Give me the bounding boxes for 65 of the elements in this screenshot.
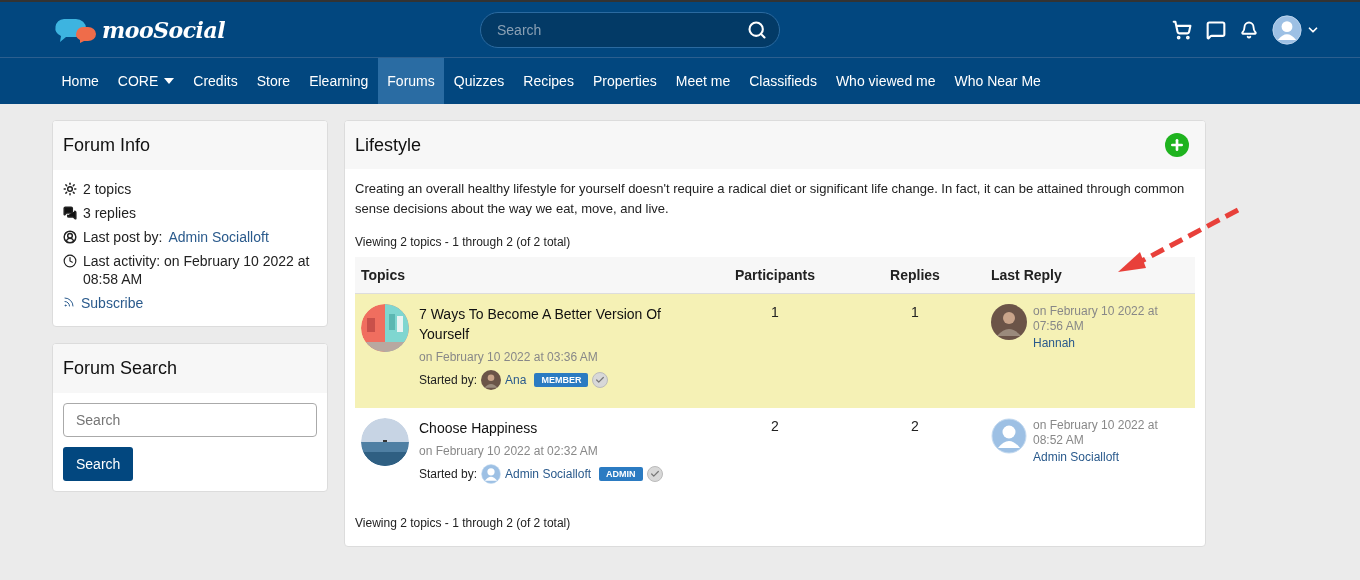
- column-header: Participants: [705, 257, 845, 294]
- nav-item[interactable]: Recipes: [513, 58, 584, 104]
- topic-date: on February 10 2022 at 02:32 AM: [419, 444, 599, 458]
- search-field[interactable]: Search: [63, 403, 317, 437]
- info-text: 3 replies: [83, 204, 136, 222]
- author-link[interactable]: Ana: [505, 373, 527, 387]
- nav-item[interactable]: Elearning: [299, 58, 378, 104]
- search-input[interactable]: Search: [495, 20, 747, 39]
- info-text: 2 topics: [83, 180, 132, 198]
- nav-item[interactable]: Quizzes: [444, 58, 514, 104]
- nav-item[interactable]: Credits: [183, 58, 248, 104]
- nav-item[interactable]: Classifieds: [739, 58, 827, 104]
- card-title: Forum Info: [53, 121, 327, 170]
- viewing-text: Viewing 2 topics - 1 through 2 (of 2 total): [355, 235, 572, 249]
- verified-icon: [646, 466, 663, 482]
- info-text: Last post by:: [83, 228, 163, 246]
- author-link[interactable]: Hannah: [1033, 336, 1189, 351]
- viewing-text: Viewing 2 topics - 1 through 2 (of 2 total): [355, 516, 572, 530]
- nav-item[interactable]: Home: [52, 58, 109, 104]
- plus-icon: [1169, 137, 1185, 153]
- topic-title[interactable]: Choose Happiness: [419, 418, 679, 438]
- role-badge: MEMBER: [534, 373, 589, 387]
- card-title: Forum Search: [53, 344, 327, 393]
- column-header: Last Reply: [985, 257, 1195, 294]
- forum-title: Lifestyle: [355, 134, 422, 156]
- search-button[interactable]: Search: [63, 447, 134, 481]
- topic-date: on February 10 2022 at 03:36 AM: [419, 350, 599, 364]
- info-link[interactable]: Admin Socialloft: [168, 228, 269, 246]
- table-cell: 1: [845, 294, 985, 408]
- info-text: Last activity: on February 10 2022 at 08:58 AM: [83, 252, 311, 288]
- reply-date: on February 10 2022 at 07:56 AM: [1033, 304, 1159, 334]
- author-link[interactable]: Admin Socialloft: [505, 467, 592, 481]
- rss-icon: [63, 296, 75, 308]
- topic-title[interactable]: 7 Ways To Become A Better Version Of Yourself: [419, 304, 679, 344]
- column-header: Topics: [355, 257, 705, 294]
- nav-item[interactable]: Properties: [583, 58, 667, 104]
- caret-icon: [164, 78, 175, 84]
- column-header: Replies: [845, 257, 985, 294]
- nav-item[interactable]: Who viewed me: [826, 58, 945, 104]
- nav-item[interactable]: Who Near Me: [945, 58, 1051, 104]
- search-icon[interactable]: [747, 19, 767, 40]
- user-icon: [63, 230, 77, 244]
- info-link[interactable]: Subscribe: [81, 294, 144, 312]
- replies-icon: [63, 206, 77, 220]
- clock-icon: [63, 254, 77, 268]
- add-button[interactable]: [1165, 133, 1189, 157]
- started-by-label: Started by:: [419, 467, 478, 481]
- nav-item[interactable]: Store: [247, 58, 300, 104]
- bell-icon[interactable]: [1240, 20, 1258, 39]
- author-link[interactable]: Admin Socialloft: [1033, 450, 1189, 465]
- nav-item[interactable]: Meet me: [666, 58, 740, 104]
- cart-icon[interactable]: [1172, 19, 1192, 40]
- avatar-icon: [1272, 14, 1302, 45]
- table-cell: 1: [705, 294, 845, 408]
- nav-item[interactable]: Forums: [377, 58, 445, 104]
- logo-text[interactable]: mooSocial: [102, 16, 226, 43]
- started-by-label: Started by:: [419, 373, 478, 387]
- role-badge: ADMIN: [599, 467, 643, 481]
- search-field[interactable]: Search: [480, 11, 780, 48]
- verified-icon: [592, 372, 609, 388]
- nav-item[interactable]: CORE: [108, 58, 184, 104]
- reply-date: on February 10 2022 at 08:52 AM: [1033, 418, 1159, 448]
- message-icon[interactable]: [1206, 19, 1226, 40]
- forum-description: Creating an overall healthy lifestyle for yourself doesn't require a radical diet or significant life change. In fact, it can be attained through common sense decisions about the way we eat, move, and live.: [355, 180, 1186, 218]
- logo-icon: [52, 16, 98, 43]
